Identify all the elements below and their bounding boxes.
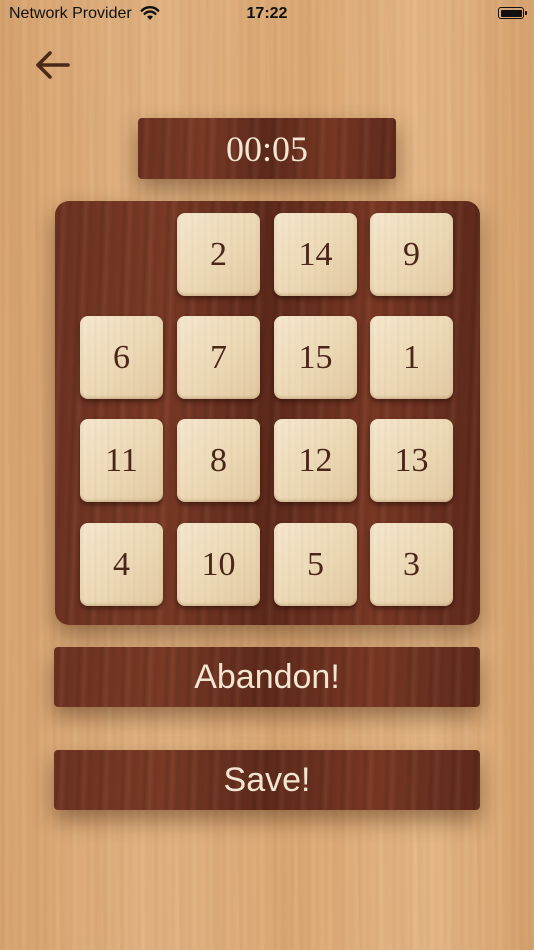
tile[interactable]: 5: [274, 523, 357, 606]
tile[interactable]: 9: [370, 213, 453, 296]
tile[interactable]: 10: [177, 523, 260, 606]
arrow-left-icon: [36, 51, 70, 79]
tile[interactable]: 3: [370, 523, 453, 606]
abandon-button[interactable]: Abandon!: [54, 647, 480, 707]
tile[interactable]: 2: [177, 213, 260, 296]
puzzle-board: 2 14 9 6 7 15 1 11 8 12 13 4 10 5 3: [55, 201, 480, 625]
tile[interactable]: 8: [177, 419, 260, 502]
back-button[interactable]: [30, 45, 74, 85]
save-button[interactable]: Save!: [54, 750, 480, 810]
tile[interactable]: 4: [80, 523, 163, 606]
timer-display: 00:05: [138, 118, 396, 179]
clock: 17:22: [246, 5, 288, 22]
tile[interactable]: 11: [80, 419, 163, 502]
battery-icon: [498, 7, 527, 19]
tile[interactable]: 12: [274, 419, 357, 502]
tile[interactable]: 6: [80, 316, 163, 399]
tile[interactable]: 7: [177, 316, 260, 399]
tile[interactable]: 1: [370, 316, 453, 399]
tile[interactable]: 15: [274, 316, 357, 399]
status-bar: Network Provider 17:22: [0, 0, 534, 28]
tile[interactable]: 14: [274, 213, 357, 296]
tile[interactable]: 13: [370, 419, 453, 502]
